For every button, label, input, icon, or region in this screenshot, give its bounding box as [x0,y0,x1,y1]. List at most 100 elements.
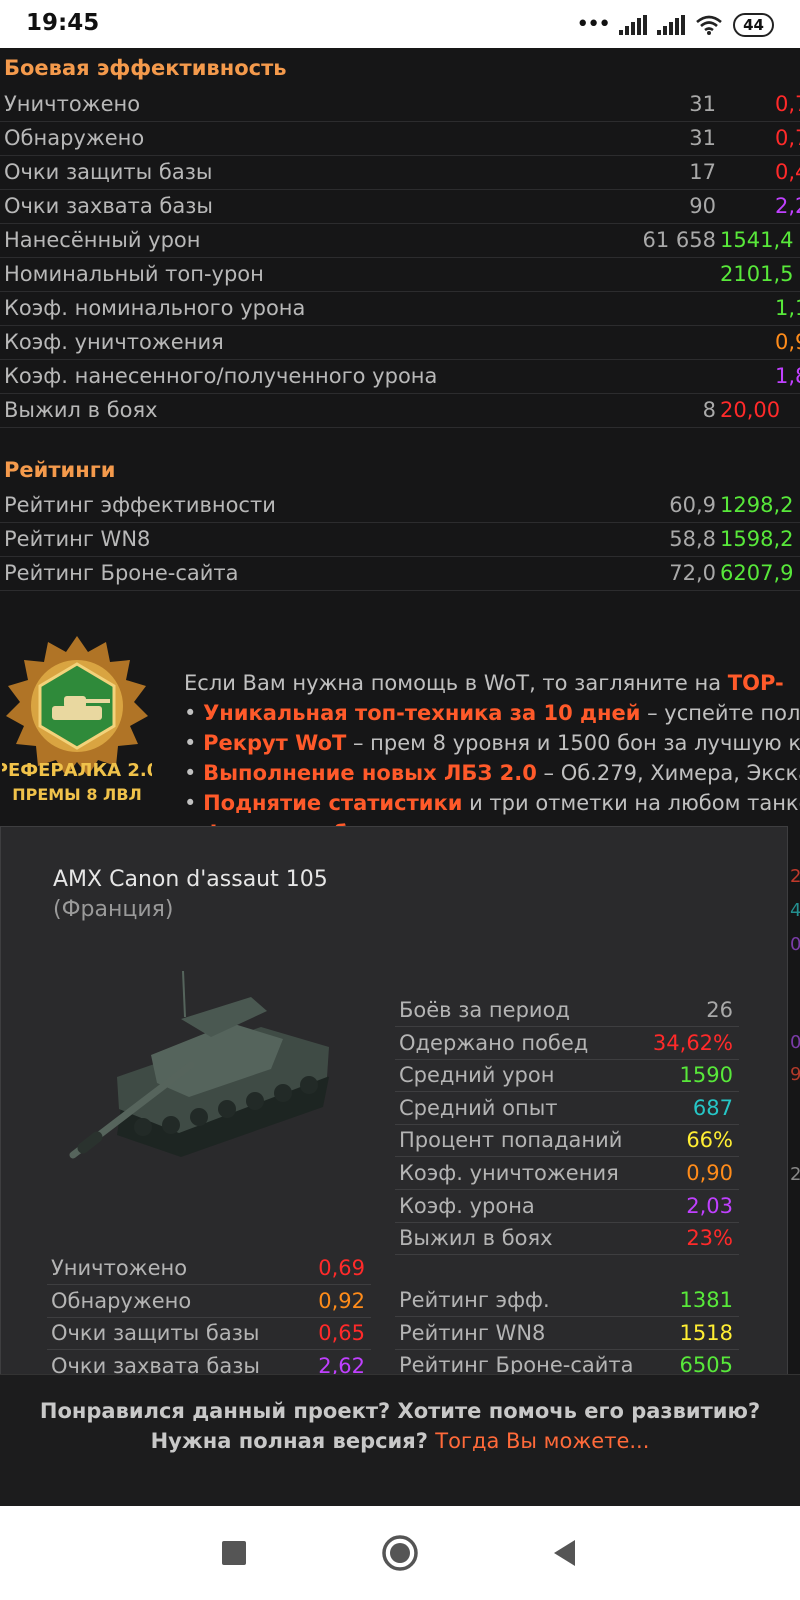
status-icons: ••• 44 [576,12,774,38]
stat-label: Коэф. уничтожения [4,330,224,354]
support-text-2: Нужна полная версия? Тогда Вы можете... [150,1429,650,1453]
ad-bullet-3[interactable]: • Выполнение новых ЛБЗ 2.0 – Об.279, Хим… [184,758,800,788]
tank-stat-value: 2,03 [686,1193,733,1218]
ad-bullet-1[interactable]: • Уникальная топ-техника за 10 дней – ус… [184,698,800,728]
stats-row: Рейтинг эффективности 60,9 1298,2 [0,488,800,523]
stat-value: 1298,2 [720,493,794,517]
stats-row: Номинальный топ-урон 2101,5 [0,257,800,292]
stat-value: 2101,5 [720,262,794,286]
next-card-glimpse: 4 [790,900,800,921]
stats-row: Коэф. номинального урона 1,1 [0,291,800,326]
stats-row: Нанесённый урон 61 658 1541,4 [0,223,800,258]
ad-bullet-4[interactable]: • Поднятие статистики и три отметки на л… [184,788,800,818]
tank-stat-value: 687 [692,1095,733,1120]
tank-stat-value: 34,62% [652,1030,733,1055]
tank-stat-label: Одержано побед [399,1030,589,1055]
svg-text:РЕФЕРАЛКА 2.0: РЕФЕРАЛКА 2.0 [2,760,152,781]
stat-label: Очки захвата базы [4,194,213,218]
recents-button[interactable] [209,1528,259,1578]
more-notifications-icon: ••• [576,12,611,37]
tank-stat-row: Процент попаданий 66% [395,1124,739,1158]
stat-count: 90 [689,194,716,218]
stat-value: 1598,2 [720,527,794,551]
stat-value: 1,1 [775,296,800,320]
tank-stat-row: Выжил в боях 23% [395,1222,739,1256]
status-bar: 19:45 ••• 44 [0,0,800,48]
next-card-glimpse: 0 [790,1032,800,1053]
tank-stat-row: Рейтинг WN8 1518 [395,1317,739,1350]
stat-value: 0,9 [775,330,800,354]
tank-country: (Франция) [53,897,174,922]
ad-bullet-2[interactable]: • Рекрут WoT – прем 8 уровня и 1500 бон … [184,728,800,758]
ad-intro[interactable]: Если Вам нужна помощь в WoT, то заглянит… [184,668,800,698]
stat-count: 60,9 [669,493,716,517]
tank-stat-row: Коэф. урона 2,03 [395,1190,739,1223]
stat-label: Рейтинг WN8 [4,527,151,551]
stat-count: 31 [689,92,716,116]
wifi-icon [696,15,722,35]
ratings-section-title: Рейтинги [4,458,116,482]
stats-row: Уничтожено 31 0,7 [0,87,800,122]
tank-stat-value: 0,90 [686,1161,733,1185]
tank-name: AMX Canon d'assaut 105 [53,867,328,892]
stats-row: Очки захвата базы 90 2,2 [0,189,800,224]
tank-stat-value: 0,65 [318,1321,365,1346]
stat-count: 17 [689,160,716,184]
stats-row: Обнаружено 31 0,7 [0,121,800,156]
battle-section-title: Боевая эффективность [4,56,287,80]
stat-count: 58,8 [669,527,716,551]
stat-label: Уничтожено [4,92,141,116]
stat-label: Рейтинг эффективности [4,493,276,517]
tank-stat-value: 1590 [679,1063,733,1088]
stat-value: 0,4 [775,160,800,184]
stat-count: 61 658 [642,228,716,252]
tank-stat-value: 0,69 [318,1256,365,1280]
stat-label: Коэф. номинального урона [4,296,306,320]
stats-row: Коэф. нанесенного/полученного урона 1,8 [0,359,800,394]
support-link[interactable]: Тогда Вы можете... [435,1429,649,1453]
tank-stat-label: Выжил в боях [399,1226,553,1251]
ad-banner[interactable]: РЕФЕРАЛКА 2.0 ПРЕМЫ 8 ЛВЛ Если Вам нужна… [0,622,800,845]
stat-label: Обнаружено [4,126,145,150]
tank-stat-row: Рейтинг эфф. 1381 [395,1284,739,1317]
stat-value: 1541,4 [720,228,794,252]
tank-stat-label: Обнаружено [51,1288,192,1313]
next-card-glimpse: 2 [790,866,800,887]
stat-label: Коэф. нанесенного/полученного урона [4,364,438,388]
tank-stat-label: Уничтожено [51,1256,188,1280]
signal-icon-2 [657,15,686,35]
tank-stat-label: Боёв за период [399,998,570,1022]
tank-stat-label: Процент попаданий [399,1128,623,1153]
ad-text: Если Вам нужна помощь в WoT, то заглянит… [184,622,800,848]
tank-stat-value: 66% [686,1128,733,1153]
tank-stat-value: 1381 [679,1288,733,1312]
stat-label: Выжил в боях [4,398,158,422]
tank-stat-label: Средний урон [399,1063,555,1088]
svg-text:ПРЕМЫ 8 ЛВЛ: ПРЕМЫ 8 ЛВЛ [12,785,142,804]
stats-row: Коэф. уничтожения 0,9 [0,325,800,360]
stat-label: Номинальный топ-урон [4,262,264,286]
tank-stat-label: Рейтинг WN8 [399,1320,546,1345]
tank-stat-value: 0,92 [318,1288,365,1313]
support-text: Понравился данный проект? Хотите помочь … [39,1399,761,1423]
next-card-glimpse: 2 [790,1164,800,1185]
page-content[interactable]: Боевая эффективность Уничтожено310,7Обна… [0,48,800,1506]
tank-stat-row: Уничтожено 0,69 [47,1252,371,1285]
tank-stat-row: Средний опыт 687 [395,1092,739,1125]
next-card-glimpse: 0 [790,934,800,955]
tank-stat-row: Обнаружено 0,92 [47,1285,371,1318]
stats-row: Очки защиты базы 17 0,4 [0,155,800,190]
referral-badge-logo[interactable]: РЕФЕРАЛКА 2.0 ПРЕМЫ 8 ЛВЛ [2,634,152,809]
tank-stat-label: Очки защиты базы [51,1321,260,1346]
back-button[interactable] [541,1528,591,1578]
tank-stat-label: Коэф. уничтожения [399,1161,619,1185]
tank-stat-row: Одержано побед 34,62% [395,1027,739,1060]
stat-value: 1,8 [775,364,800,388]
tank-stat-row: Средний урон 1590 [395,1059,739,1093]
next-card-glimpse: 9 [790,1064,800,1085]
home-button[interactable] [375,1528,425,1578]
stat-value: 6207,9 [720,561,794,585]
tank-stat-value: 26 [706,998,733,1022]
tank-stat-row: Очки защиты базы 0,65 [47,1317,371,1351]
top-link[interactable]: TOP- [728,671,784,695]
